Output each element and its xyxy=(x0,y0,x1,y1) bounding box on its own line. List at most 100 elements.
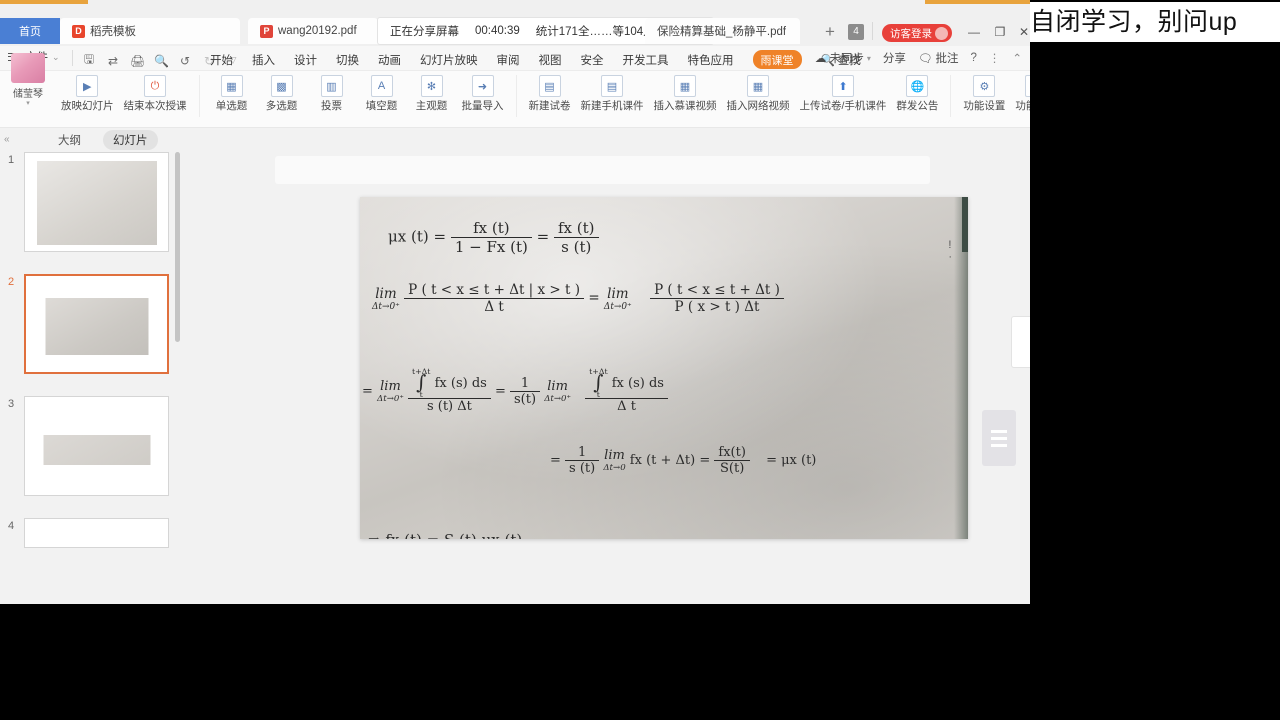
tab-animation[interactable]: 动画 xyxy=(378,52,401,68)
eq4-coef-num: 1 xyxy=(577,445,587,460)
thumbnail-frame xyxy=(24,274,169,374)
avatar xyxy=(935,26,948,40)
tab-insert[interactable]: 插入 xyxy=(252,52,275,68)
new-tab-button[interactable]: + xyxy=(820,22,840,42)
save-icon[interactable]: 🖫 xyxy=(82,50,96,71)
ribbon-end-class-label: 结束本次授课 xyxy=(123,100,187,112)
ribbon-end-class[interactable]: ⏻ 结束本次授课 xyxy=(119,75,192,112)
undo-icon[interactable]: ↺ xyxy=(178,54,192,68)
thumbnail-scrollbar[interactable] xyxy=(175,152,180,342)
sync-status-button[interactable]: ☁ 未同步 ▾ xyxy=(815,50,871,66)
eq2-lim1-bot: Δt→0⁺ xyxy=(372,301,400,312)
tab-home[interactable]: 首页 xyxy=(0,18,60,44)
tab-security[interactable]: 安全 xyxy=(581,52,604,68)
tab-view[interactable]: 视图 xyxy=(539,52,562,68)
tab-start[interactable]: 开始 xyxy=(210,52,233,68)
tab-pdf-insurance[interactable]: 保险精算基础_杨静平.pdf xyxy=(645,18,800,44)
ribbon-multi-choice[interactable]: ▩ 多选题 xyxy=(257,75,307,112)
ribbon-upload[interactable]: ⬆ 上传试卷/手机课件 xyxy=(795,75,892,112)
ribbon-insert-mooc-video[interactable]: ▦ 插入慕课视频 xyxy=(649,75,722,112)
eq2-fraction-right: P ( t < x ≤ t + Δt ) P ( x > t ) Δt xyxy=(650,282,784,315)
comment-button[interactable]: 🗨 批注 xyxy=(918,50,959,66)
ribbon-batch-import[interactable]: ➜ 批量导入 xyxy=(457,75,509,112)
eq3-r-num: t+Δt ∫ t fx (s) ds xyxy=(585,367,668,398)
right-panel-grip[interactable] xyxy=(982,410,1016,466)
window-maximize-button[interactable]: ❐ xyxy=(988,22,1012,42)
ribbon-subjective-label: 主观题 xyxy=(415,100,448,112)
eq3-coef-num: 1 xyxy=(520,375,530,391)
tab-rain-classroom[interactable]: 雨课堂 xyxy=(752,50,802,69)
equation-line-5: ⇒ fx (t) = S (t) μx (t) xyxy=(368,531,522,539)
print-preview-icon[interactable]: 🔍 xyxy=(154,54,169,68)
ribbon-single-choice[interactable]: ▦ 单选题 xyxy=(207,75,257,112)
tab-design[interactable]: 设计 xyxy=(294,52,317,68)
slide-canvas[interactable]: μx (t) = fx (t) 1 − Fx (t) = fx (t) s (t… xyxy=(360,197,968,539)
thumbnail-slide-3[interactable]: 3 xyxy=(0,394,190,516)
thumbnail-slide-2[interactable]: 2 xyxy=(0,272,190,394)
eq3-equals: = xyxy=(362,383,373,399)
fill-blank-icon: A xyxy=(370,75,393,97)
eq4-body: fx (t + Δt) xyxy=(629,453,696,468)
right-collapse-handle[interactable] xyxy=(1011,316,1030,368)
chevron-down-icon: ▾ xyxy=(26,100,30,107)
ribbon-new-paper[interactable]: ▤ 新建试卷 xyxy=(524,75,576,112)
tab-slideshow[interactable]: 幻灯片放映 xyxy=(420,52,478,68)
eq2-lim2-top: lim xyxy=(607,285,629,302)
thumbnail-frame xyxy=(24,518,169,548)
ribbon-fill-blank[interactable]: A 填空题 xyxy=(357,75,407,112)
ribbon-broadcast[interactable]: 🌐 群发公告 xyxy=(891,75,943,112)
tab-developer-tools[interactable]: 开发工具 xyxy=(623,52,669,68)
new-mobile-courseware-icon: ▤ xyxy=(601,75,623,97)
eq3-coef-den: s(t) xyxy=(510,390,541,407)
thumbnail-list[interactable]: 1 2 3 4 xyxy=(0,150,190,604)
window-minimize-button[interactable]: — xyxy=(962,22,986,42)
tab-count-badge[interactable]: 4 xyxy=(848,24,864,40)
ribbon-subjective[interactable]: ✻ 主观题 xyxy=(407,75,457,112)
eq3-int-bot: t xyxy=(419,389,423,399)
tab-slides[interactable]: 幻灯片 xyxy=(103,130,158,150)
user-profile[interactable]: 储莹琴 ▾ xyxy=(4,53,52,107)
guest-login-badge[interactable]: 访客登录 xyxy=(882,24,952,42)
help-icon[interactable]: ? xyxy=(970,52,976,64)
eq1-fraction-1: fx (t) 1 − Fx (t) xyxy=(450,219,532,256)
eq4-equals-2: = xyxy=(699,453,711,468)
eq4-f2-den: S(t) xyxy=(714,460,750,476)
share-label: 分享 xyxy=(882,53,906,65)
collapse-panel-icon[interactable]: « xyxy=(4,134,10,145)
thumbnail-slide-4[interactable]: 4 xyxy=(0,516,190,604)
ribbon-settings[interactable]: ⚙ 功能设置 xyxy=(958,75,1010,112)
share-button[interactable]: 分享 xyxy=(883,50,906,66)
tab-transition[interactable]: 切换 xyxy=(336,52,359,68)
ribbon-new-mobile-courseware[interactable]: ▤ 新建手机课件 xyxy=(576,75,649,112)
tab-featured-apps[interactable]: 特色应用 xyxy=(688,52,734,68)
ribbon-feature-intro[interactable]: D 功能介绍 xyxy=(1010,75,1030,112)
eq3-limit: lim Δt→0⁺ xyxy=(377,379,404,404)
collapse-ribbon-icon[interactable]: ⌃ xyxy=(1012,51,1022,65)
print-icon[interactable]: 🖨 xyxy=(130,54,145,68)
tab-review[interactable]: 审阅 xyxy=(497,52,520,68)
ribbon-group-divider xyxy=(950,75,952,117)
eq2-lim2-bot: Δt→0⁺ xyxy=(603,301,632,312)
user-avatar xyxy=(11,53,45,83)
ribbon-broadcast-label: 群发公告 xyxy=(896,100,939,112)
ribbon-vote-label: 投票 xyxy=(321,100,342,112)
menu-bar: 文件 ⌄ 🖫 ⇄ 🖨 🔍 ↺ ↻ ▽ 开始 插入 设计 切换 动画 幻灯片放映 … xyxy=(0,46,1030,71)
cloud-sync-icon[interactable]: ⇄ xyxy=(106,54,120,68)
ribbon-play-slideshow[interactable]: ▶ 放映幻灯片 xyxy=(56,75,119,112)
tab-pdf-wang[interactable]: P wang20192.pdf xyxy=(248,18,378,44)
window-close-button[interactable]: ✕ xyxy=(1012,22,1030,42)
comment-label: 批注 xyxy=(935,53,959,65)
tab-outline[interactable]: 大纲 xyxy=(48,130,91,150)
tab-docer[interactable]: D 稻壳模板 xyxy=(60,18,240,44)
ribbon-vote[interactable]: ▥ 投票 xyxy=(307,75,357,112)
tab-pdf-wang-label: wang20192.pdf xyxy=(278,25,357,37)
thumbnail-slide-1[interactable]: 1 xyxy=(0,150,190,272)
eq1-f2-num: fx (t) xyxy=(557,219,595,237)
eq2-lim1-top: lim xyxy=(375,285,397,302)
eq2-num: P ( t < x ≤ t + Δt | x > t ) xyxy=(408,282,581,298)
eq2-equals: = xyxy=(588,290,600,306)
more-options-icon[interactable]: ⋮ xyxy=(989,51,1001,65)
ribbon-group-divider xyxy=(515,75,517,117)
ribbon-insert-web-video[interactable]: ▦ 插入网络视频 xyxy=(722,75,795,112)
tab-docer-label: 稻壳模板 xyxy=(90,26,136,38)
